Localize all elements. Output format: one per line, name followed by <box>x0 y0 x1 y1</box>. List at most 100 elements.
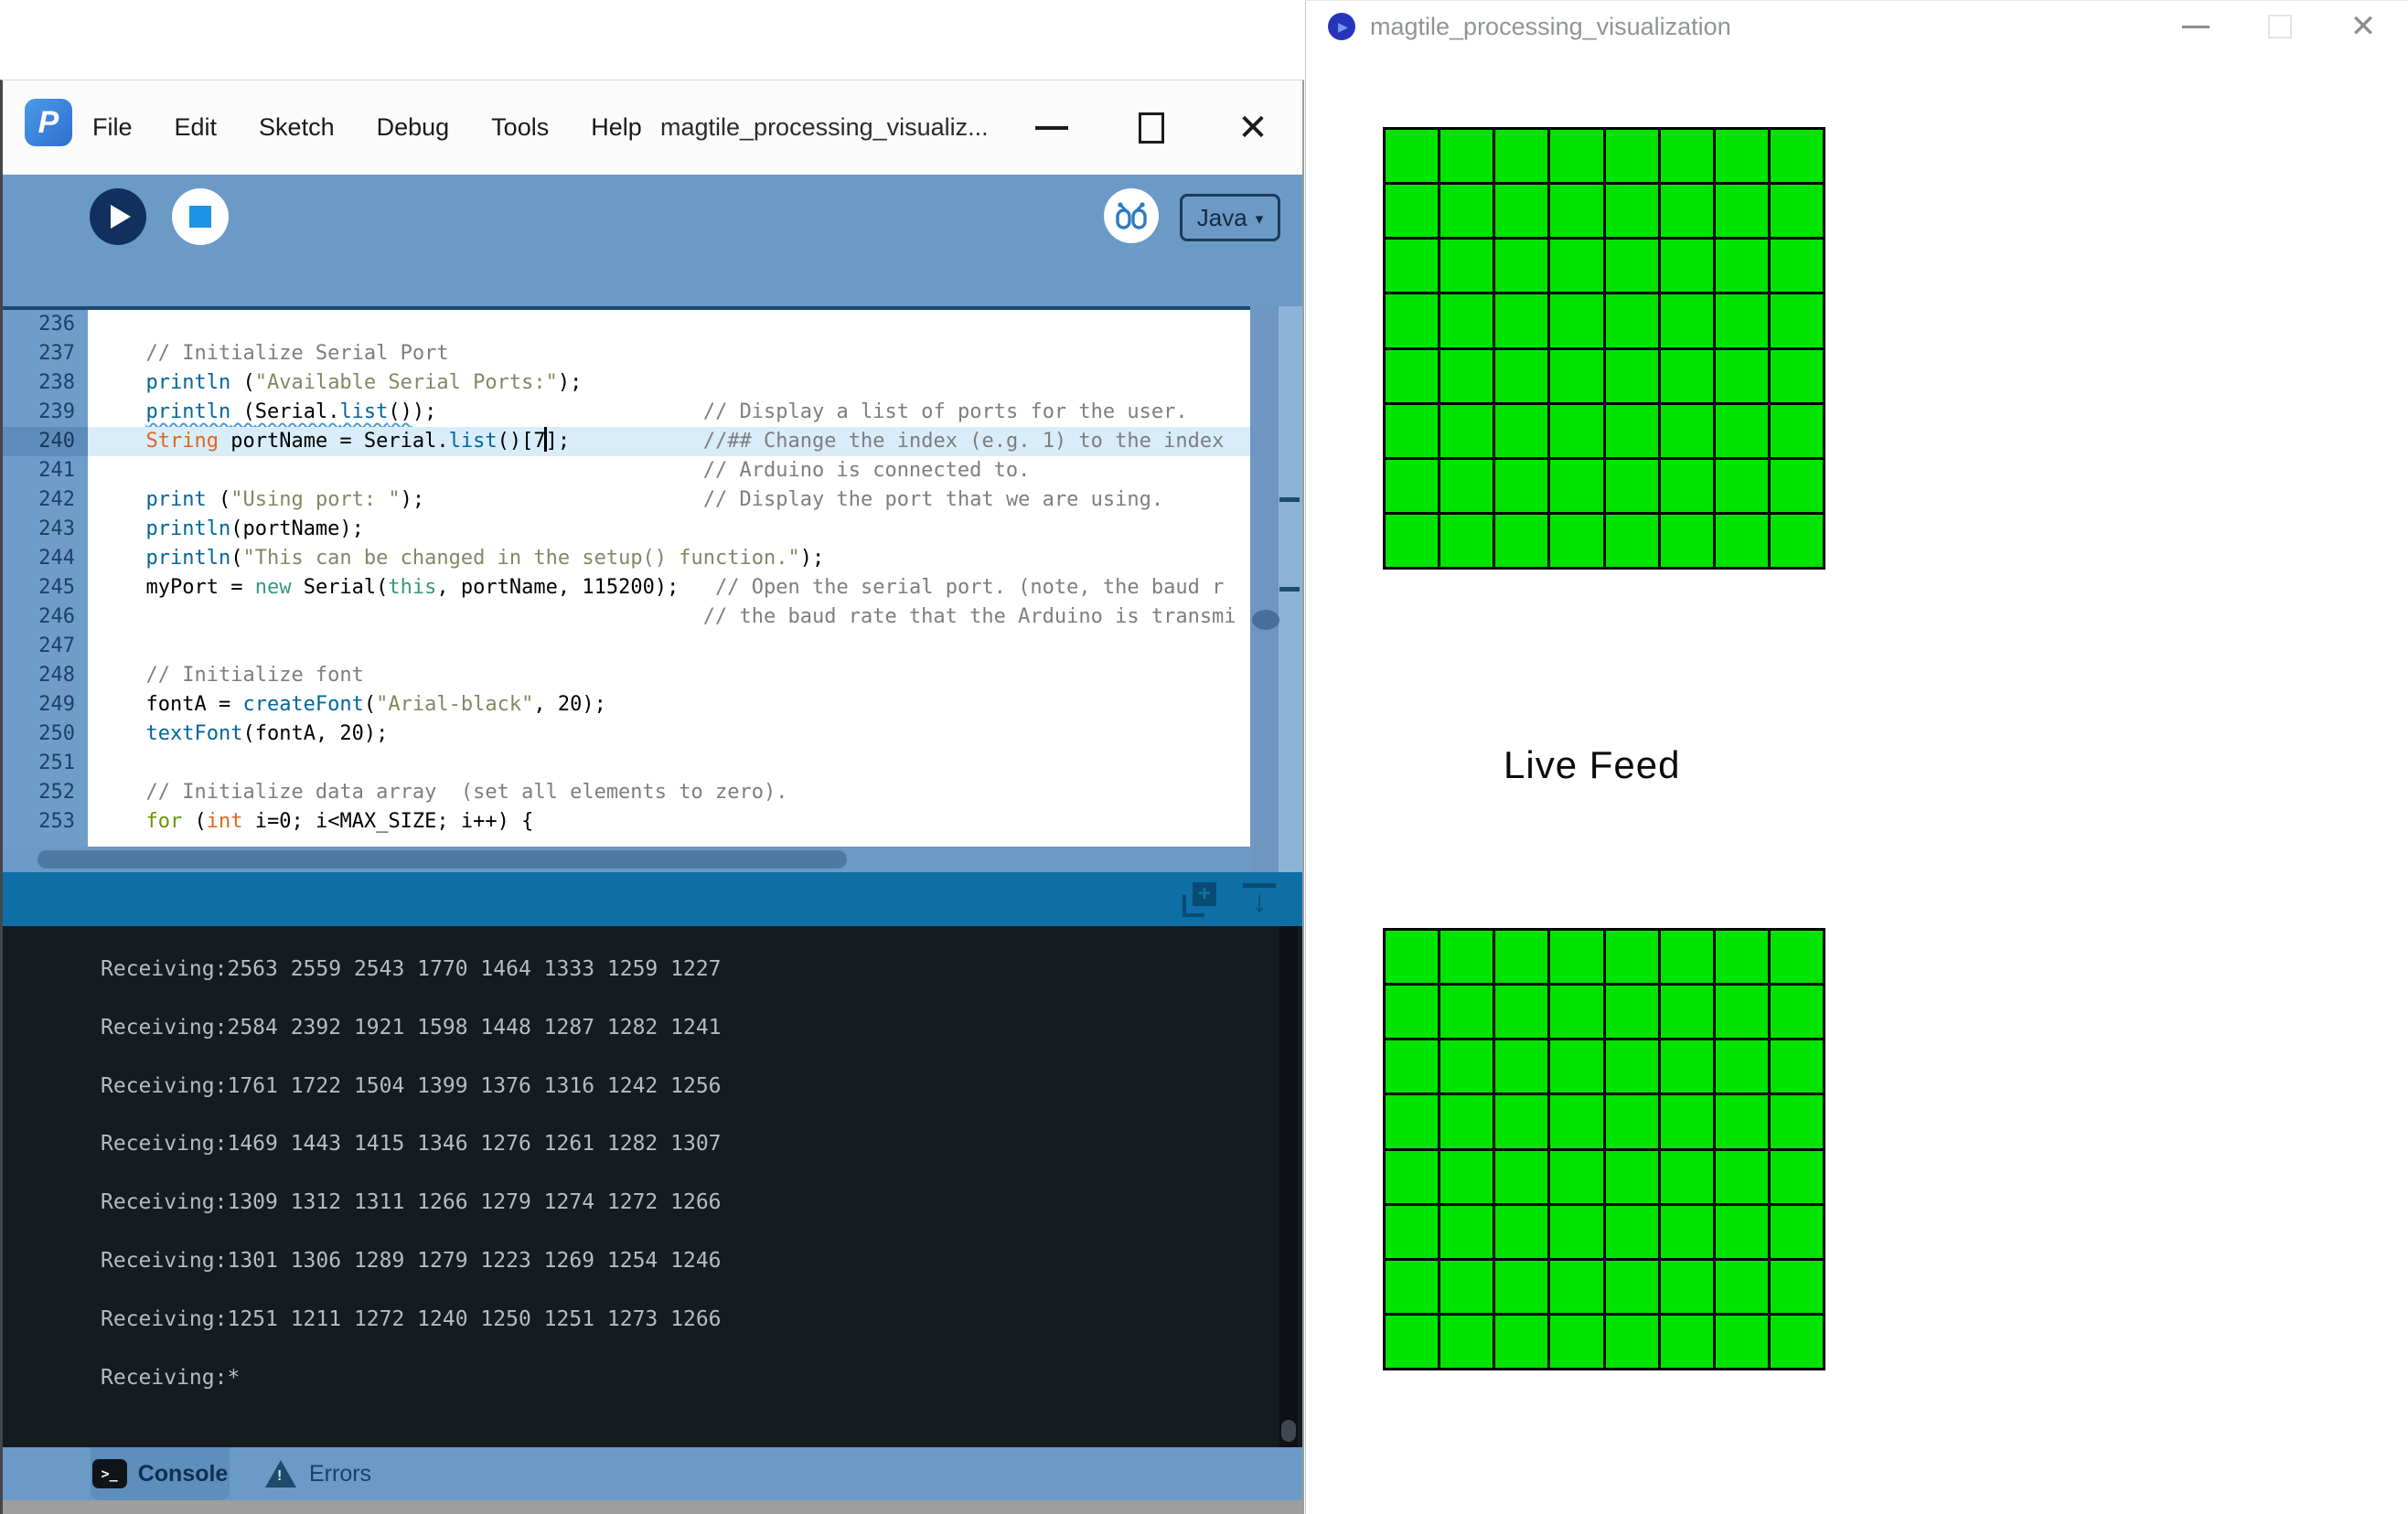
tile-cell <box>1661 185 1713 237</box>
tile-cell <box>1386 350 1438 402</box>
code-text: String portName = Serial.list()[7]; //##… <box>88 427 1302 456</box>
tile-cell <box>1606 240 1658 292</box>
code-line-240[interactable]: 240 String portName = Serial.list()[7]; … <box>3 427 1302 456</box>
ide-maximize-button[interactable] <box>1119 80 1183 175</box>
code-line-253[interactable]: 253 for (int i=0; i<MAX_SIZE; i++) { <box>3 807 1302 837</box>
tile-cell <box>1440 130 1493 182</box>
code-line-251[interactable]: 251 <box>3 749 1302 778</box>
sketch-minimize-button[interactable] <box>2168 1 2223 52</box>
tile-cell <box>1606 185 1658 237</box>
tile-cell <box>1771 1040 1823 1093</box>
menu-edit[interactable]: Edit <box>175 113 218 142</box>
tile-cell <box>1716 986 1768 1038</box>
stop-button[interactable] <box>172 188 229 245</box>
line-number: 248 <box>3 661 88 690</box>
ide-close-button[interactable]: ✕ <box>1221 80 1285 175</box>
tile-cell <box>1606 460 1658 512</box>
tile-cell <box>1716 185 1768 237</box>
tile-cell <box>1606 986 1658 1038</box>
tile-cell <box>1661 130 1713 182</box>
code-line-245[interactable]: 245 myPort = new Serial(this, portName, … <box>3 573 1302 602</box>
code-line-248[interactable]: 248 // Initialize font <box>3 661 1302 690</box>
down-arrow: ↓ <box>1252 888 1267 915</box>
tile-cell <box>1495 185 1547 237</box>
console-output[interactable]: Receiving:2563 2559 2543 1770 1464 1333 … <box>3 926 1302 1447</box>
tile-cell <box>1495 1095 1547 1147</box>
sketch-close-button[interactable]: ✕ <box>2336 1 2391 52</box>
tile-cell <box>1661 1316 1713 1368</box>
tile-cell <box>1771 515 1823 567</box>
close-icon: ✕ <box>2350 11 2377 42</box>
editor-horizontal-scrollbar[interactable] <box>3 847 1250 872</box>
code-line-252[interactable]: 252 // Initialize data array (set all el… <box>3 778 1302 807</box>
line-number: 250 <box>3 720 88 749</box>
ide-window-title: magtile_processing_visualiz... <box>660 80 989 175</box>
tile-cell <box>1386 240 1438 292</box>
debug-button[interactable] <box>1104 188 1159 243</box>
code-line-249[interactable]: 249 fontA = createFont("Arial-black", 20… <box>3 690 1302 720</box>
tile-cell <box>1386 1261 1438 1313</box>
scrollbar-position-dot[interactable] <box>1252 610 1279 630</box>
tile-cell <box>1661 515 1713 567</box>
code-line-244[interactable]: 244 println("This can be changed in the … <box>3 544 1302 573</box>
tile-cell <box>1440 1206 1493 1258</box>
code-line-236[interactable]: 236 <box>3 310 1302 339</box>
debug-butterfly-icon <box>1112 199 1150 232</box>
scroll-to-bottom-icon[interactable]: ↓ <box>1242 883 1277 915</box>
tab-errors[interactable]: ! Errors <box>265 1447 371 1500</box>
tile-cell <box>1440 350 1493 402</box>
tile-cell <box>1550 185 1602 237</box>
tile-cell <box>1550 130 1602 182</box>
tile-cell <box>1771 986 1823 1038</box>
console-scrollbar-track[interactable] <box>1279 926 1298 1447</box>
tile-cell <box>1606 1151 1658 1203</box>
code-line-247[interactable]: 247 <box>3 632 1302 661</box>
tile-cell <box>1440 240 1493 292</box>
tile-cell <box>1550 986 1602 1038</box>
menu-debug[interactable]: Debug <box>377 113 450 142</box>
tile-cell <box>1771 460 1823 512</box>
run-button[interactable] <box>90 188 146 245</box>
errors-tab-label: Errors <box>309 1461 371 1487</box>
line-number: 237 <box>3 339 88 368</box>
code-line-238[interactable]: 238 println ("Available Serial Ports:"); <box>3 368 1302 398</box>
code-line-242[interactable]: 242 print ("Using port: "); // Display t… <box>3 485 1302 515</box>
code-text: print ("Using port: "); // Display the p… <box>88 485 1302 515</box>
code-line-241[interactable]: 241 // Arduino is connected to. <box>3 456 1302 485</box>
code-line-239[interactable]: 239 println (Serial.list()); // Display … <box>3 398 1302 427</box>
menu-file[interactable]: File <box>92 113 133 142</box>
console-line: Receiving:1309 1312 1311 1266 1279 1274 … <box>101 1174 722 1232</box>
tile-cell <box>1386 515 1438 567</box>
code-line-237[interactable]: 237 // Initialize Serial Port <box>3 339 1302 368</box>
tile-cell <box>1495 515 1547 567</box>
code-line-246[interactable]: 246 // the baud rate that the Arduino is… <box>3 602 1302 632</box>
menu-help[interactable]: Help <box>591 113 642 142</box>
menu-sketch[interactable]: Sketch <box>259 113 335 142</box>
tile-cell <box>1440 185 1493 237</box>
tile-cell <box>1440 515 1493 567</box>
tile-cell <box>1716 1095 1768 1147</box>
ide-minimize-button[interactable] <box>1020 80 1084 175</box>
code-text: println(portName); <box>88 515 1302 544</box>
tile-cell <box>1550 240 1602 292</box>
tile-cell <box>1661 986 1713 1038</box>
horizontal-scrollbar-thumb[interactable] <box>37 850 847 869</box>
code-line-243[interactable]: 243 println(portName); <box>3 515 1302 544</box>
tile-cell <box>1386 185 1438 237</box>
code-line-250[interactable]: 250 textFont(fontA, 20); <box>3 720 1302 749</box>
sketch-maximize-button[interactable] <box>2253 1 2307 52</box>
line-number: 247 <box>3 632 88 661</box>
tile-cell <box>1550 515 1602 567</box>
editor-vertical-scrollbar[interactable] <box>1250 306 1279 872</box>
tile-cell <box>1661 294 1713 347</box>
minimize-icon <box>1035 126 1068 130</box>
code-text: // Arduino is connected to. <box>88 456 1302 485</box>
mode-selector-java[interactable]: Java ▾ <box>1180 194 1280 241</box>
copy-console-icon[interactable]: + <box>1180 880 1218 919</box>
code-editor[interactable]: 236237 // Initialize Serial Port238 prin… <box>3 306 1302 847</box>
menu-tools[interactable]: Tools <box>491 113 549 142</box>
tab-console[interactable]: >_ Console <box>91 1447 230 1500</box>
ide-toolbar: Java ▾ magtile processing visualization … <box>3 175 1302 306</box>
console-scrollbar-handle[interactable] <box>1281 1420 1296 1442</box>
tile-cell <box>1495 240 1547 292</box>
